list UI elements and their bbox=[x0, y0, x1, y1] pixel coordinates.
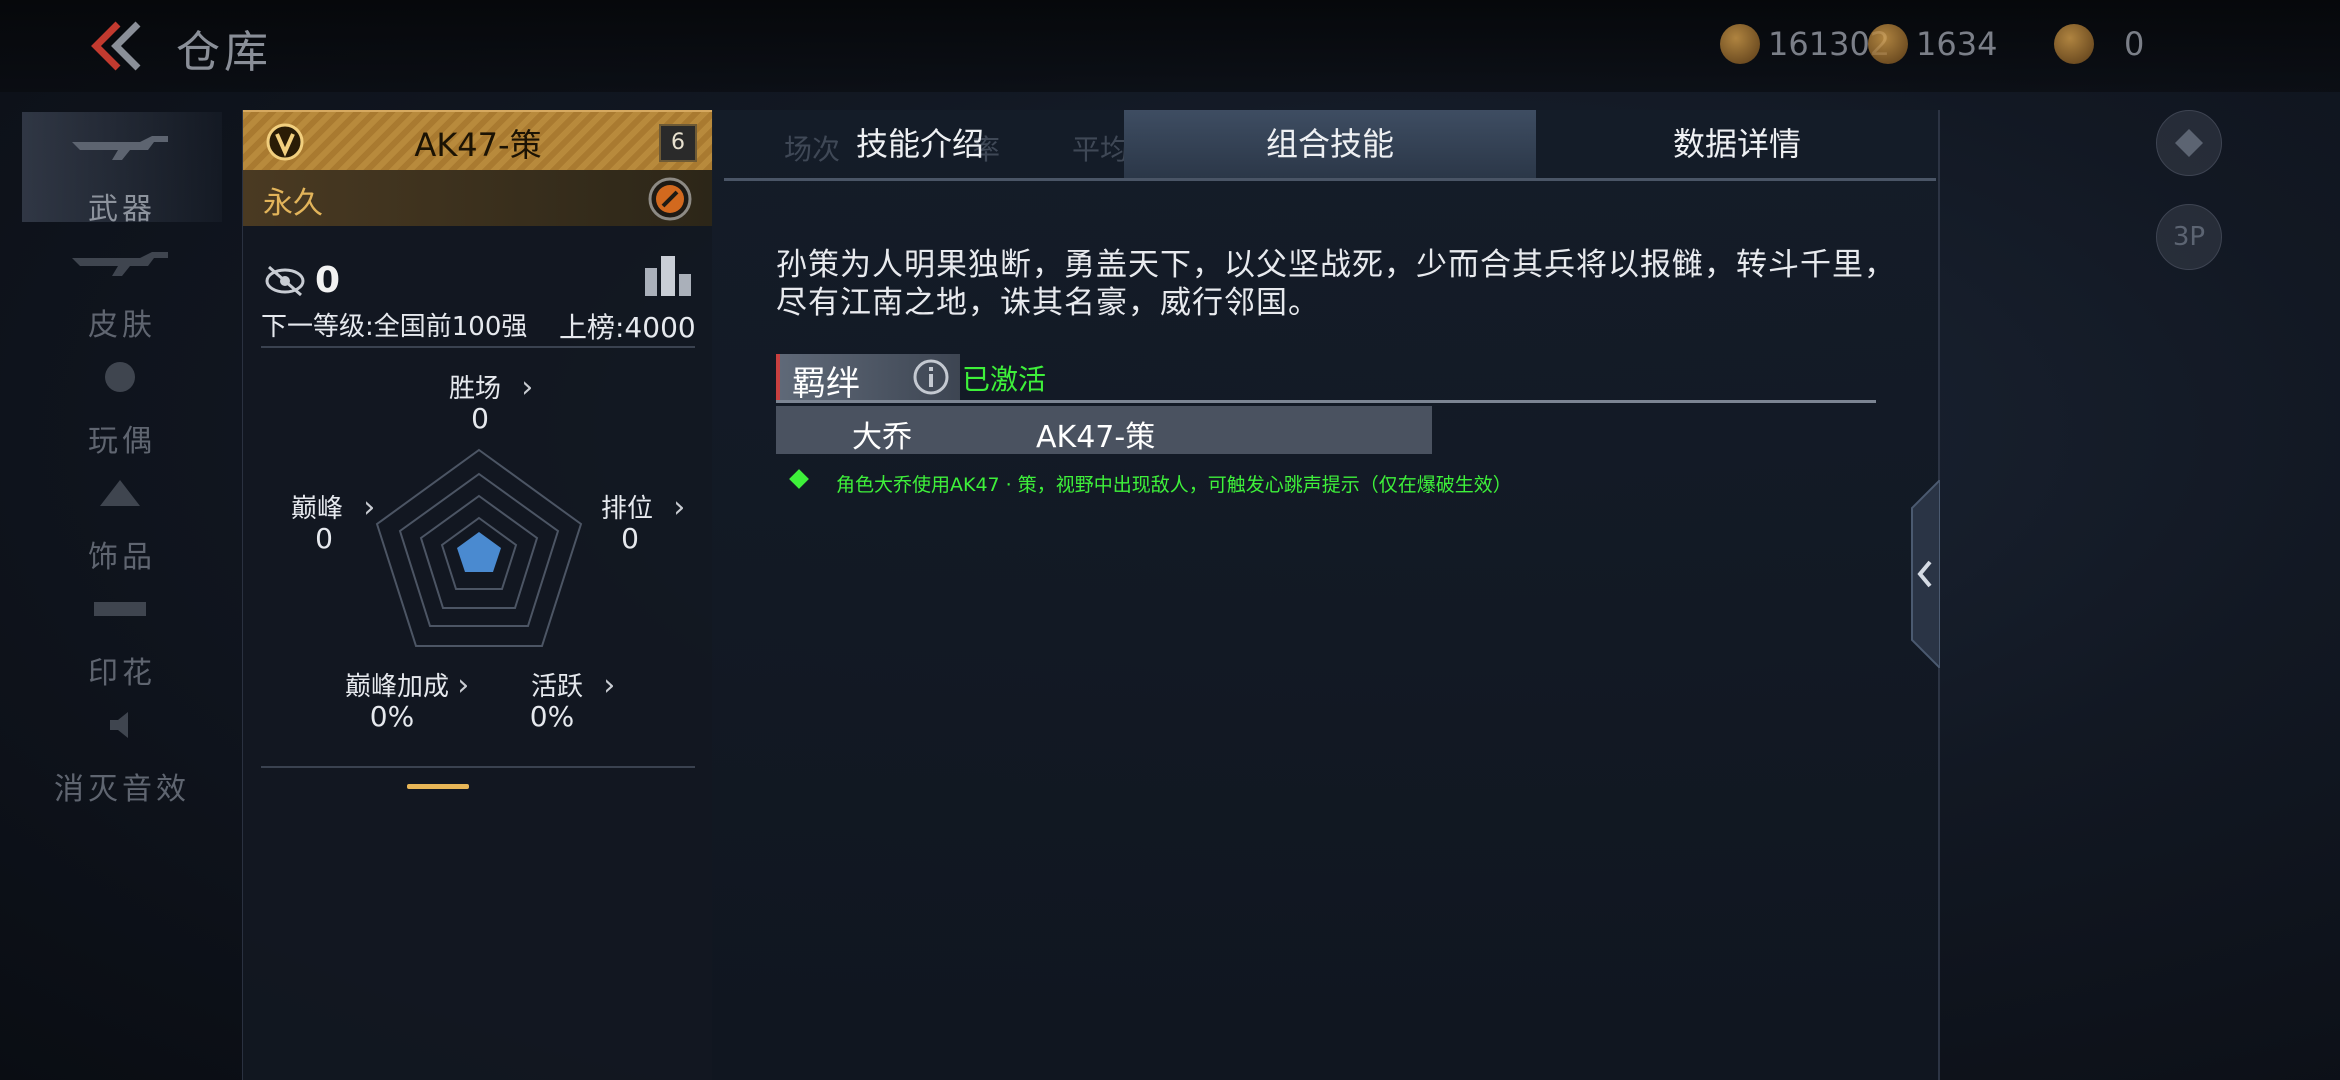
weapon-level-badge: 6 bbox=[659, 124, 697, 162]
nav-item-sticker[interactable]: 印花 bbox=[22, 576, 222, 691]
coupon-icon bbox=[1868, 24, 1908, 64]
radar-rank-value: 0 bbox=[621, 522, 639, 555]
gamepad-button[interactable] bbox=[2156, 110, 2222, 176]
radar-rank-label[interactable]: 排位 › bbox=[601, 488, 685, 525]
nav-item-skin[interactable]: 皮肤 bbox=[22, 228, 222, 343]
nav-item-ornament[interactable]: 饰品 bbox=[22, 460, 222, 575]
radar-chart bbox=[375, 448, 583, 647]
chevron-right-icon: › bbox=[603, 668, 616, 703]
bond-status: 已激活 bbox=[962, 363, 1047, 396]
on-board-text: 上榜:4000 bbox=[559, 311, 696, 344]
kill-stat: 0 bbox=[263, 260, 340, 301]
tab-skill-intro[interactable]: 技能介绍 bbox=[722, 110, 1118, 178]
speaker-icon bbox=[110, 712, 128, 738]
nav-item-label: 饰品 bbox=[88, 540, 156, 575]
weapon-duration-bar: 永久 bbox=[243, 170, 713, 226]
radar-active-text: 活跃 bbox=[531, 672, 584, 702]
duration-label: 永久 bbox=[263, 186, 323, 221]
nav-item-label: 玩偶 bbox=[88, 424, 156, 459]
page-title: 仓库 bbox=[176, 27, 272, 78]
nav-item-doll[interactable]: 玩偶 bbox=[22, 344, 222, 459]
radar-win-text: 胜场 bbox=[449, 374, 502, 404]
sticker-icon bbox=[94, 602, 146, 616]
divider bbox=[261, 766, 695, 768]
nav-item-weapon[interactable]: 武器 bbox=[22, 112, 222, 227]
nav-item-label: 印花 bbox=[88, 656, 156, 691]
back-chevron-icon[interactable] bbox=[88, 20, 152, 72]
upgrade-icon[interactable] bbox=[647, 176, 693, 222]
weapon-card: AK47-策 6 永久 0 下一等级:全国前100强 上榜:4000 胜场 › … bbox=[242, 110, 713, 1080]
gold-coin-icon bbox=[1720, 24, 1760, 64]
chevron-right-icon: › bbox=[521, 370, 534, 405]
token-amount: 0 bbox=[2124, 25, 2145, 63]
tab-data-details[interactable]: 数据详情 bbox=[1538, 110, 1936, 178]
doll-icon bbox=[105, 362, 135, 392]
radar-active-value: 0% bbox=[529, 700, 575, 733]
bond-weapon: AK47-策 bbox=[1036, 420, 1156, 455]
chevron-right-icon: › bbox=[673, 490, 686, 525]
kill-count: 0 bbox=[315, 260, 341, 301]
skill-description: 孙策为人明果独断，勇盖天下，以父坚战死，少而合其兵将以报雠，转斗千里，尽有江南之… bbox=[776, 247, 1896, 321]
nav-item-kill-sound[interactable]: 消灭音效 bbox=[22, 692, 222, 807]
tab-underline bbox=[724, 178, 1936, 181]
page-indicator[interactable] bbox=[407, 784, 469, 789]
diamond-bullet-icon bbox=[789, 469, 809, 489]
radar-win-label[interactable]: 胜场 › bbox=[449, 368, 533, 405]
radar-win-value: 0 bbox=[471, 402, 489, 435]
nav-item-label: 皮肤 bbox=[88, 308, 156, 343]
radar-peak-bonus-value: 0% bbox=[369, 700, 415, 733]
next-level-text: 下一等级:全国前100强 bbox=[261, 312, 528, 342]
crossed-eye-icon bbox=[265, 265, 305, 296]
bond-divider bbox=[776, 400, 1876, 403]
radar-peak-value: 0 bbox=[315, 522, 333, 555]
radar-peak-bonus-label[interactable]: 巅峰加成 › bbox=[345, 666, 469, 703]
weapon-card-header: AK47-策 6 bbox=[243, 110, 713, 172]
token-icon bbox=[2054, 24, 2094, 64]
currency-token: 0 bbox=[2054, 20, 2144, 68]
bond-effect: 角色大乔使用AK47 · 策，视野中出现敌人，可触发心跳声提示（仅在爆破生效） bbox=[836, 474, 1512, 496]
chevron-right-icon: › bbox=[457, 668, 470, 703]
bond-row: 大乔 AK47-策 bbox=[776, 406, 1432, 455]
collapse-panel-tab[interactable] bbox=[1906, 480, 1940, 668]
divider bbox=[261, 346, 695, 348]
radar-value-shape bbox=[457, 532, 501, 572]
radar-peak-bonus-text: 巅峰加成 bbox=[345, 672, 450, 702]
ornament-icon bbox=[100, 480, 140, 506]
rifle-icon bbox=[72, 136, 168, 160]
bond-tag: 羁绊 bbox=[776, 354, 960, 404]
currency-gold: 161302 bbox=[1720, 20, 1890, 68]
nav-item-label: 武器 bbox=[88, 192, 156, 227]
rifle-skin-icon bbox=[72, 252, 168, 276]
tab-combo-skill[interactable]: 组合技能 bbox=[1124, 110, 1536, 181]
radar-active-label[interactable]: 活跃 › bbox=[531, 666, 615, 703]
radar-peak-label[interactable]: 巅峰 › bbox=[291, 488, 375, 525]
weapon-name: AK47-策 bbox=[414, 126, 542, 164]
diamond-icon bbox=[2175, 129, 2203, 157]
view-toggle-button[interactable]: 3P bbox=[2156, 204, 2222, 270]
currency-coupon: 1634 bbox=[1868, 20, 1997, 68]
info-icon[interactable] bbox=[912, 358, 950, 396]
bond-label: 羁绊 bbox=[792, 364, 860, 404]
radar-rank-text: 排位 bbox=[601, 494, 654, 524]
coupon-amount: 1634 bbox=[1916, 25, 1998, 63]
bond-character: 大乔 bbox=[852, 420, 912, 455]
skill-panel: 场次 率 平均KD 技能介绍 组合技能 数据详情 孙策为人明果独断，勇盖天下，以… bbox=[712, 110, 1940, 1080]
nav-item-label: 消灭音效 bbox=[54, 772, 190, 807]
radar-peak-text: 巅峰 bbox=[291, 494, 344, 524]
leaderboard-icon[interactable] bbox=[641, 250, 697, 300]
